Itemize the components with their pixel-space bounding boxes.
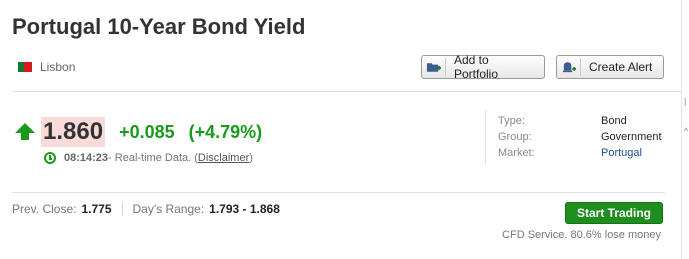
folder-plus-icon (426, 58, 446, 76)
arrow-up-icon (15, 123, 35, 140)
closing-paren: ) (249, 152, 253, 164)
create-alert-label: Create Alert (589, 60, 653, 74)
create-alert-button[interactable]: Create Alert (556, 55, 664, 79)
price-change-percent: (+4.79%) (188, 121, 263, 142)
panel-edge-mark: ^ (684, 126, 689, 136)
detail-row-type: Type: Bond (498, 113, 662, 129)
realtime-status: 08:14:23 - Real-time Data. ( Disclaimer … (44, 152, 253, 164)
price-change: +0.085 (119, 121, 175, 142)
start-trading-button[interactable]: Start Trading (565, 202, 663, 224)
quote-time: 08:14:23 (64, 152, 109, 164)
days-range-label: Day's Range: (132, 202, 205, 216)
clock-icon (44, 152, 56, 164)
detail-row-market: Market: Portugal (498, 145, 662, 161)
location-label: Lisbon (40, 60, 76, 74)
detail-value: Bond (601, 115, 627, 127)
bell-plus-icon (561, 58, 581, 76)
vertical-divider (485, 110, 486, 164)
days-range-value: 1.793 - 1.868 (209, 202, 280, 216)
add-to-portfolio-label: Add to Portfolio (454, 53, 499, 81)
detail-label: Type: (498, 115, 525, 127)
detail-value: Government (601, 131, 662, 143)
panel-edge-mark: | (684, 96, 687, 106)
last-price: 1.860 (41, 117, 106, 147)
stats-divider (121, 202, 123, 216)
stats-bar: Prev. Close: 1.775 Day's Range: 1.793 - … (12, 202, 280, 216)
realtime-note: - Real-time Data. ( (108, 152, 198, 164)
divider (12, 192, 665, 193)
cfd-risk-note: CFD Service. 80.6% lose money (502, 229, 661, 241)
prev-close-label: Prev. Close: (12, 202, 77, 216)
portugal-flag-icon (18, 62, 32, 72)
market-link[interactable]: Portugal (601, 147, 642, 159)
instrument-details: Type: Bond Group: Government Market: Por… (498, 113, 662, 161)
location: Lisbon (18, 60, 75, 74)
detail-row-group: Group: Government (498, 129, 662, 145)
divider (12, 91, 689, 92)
prev-close-value: 1.775 (81, 202, 112, 216)
add-to-portfolio-button[interactable]: Add to Portfolio (421, 53, 545, 81)
detail-label: Group: (498, 131, 532, 143)
quote-summary: 1.860 +0.085 (+4.79%) (15, 117, 262, 147)
disclaimer-link[interactable]: Disclaimer (198, 152, 249, 164)
page-title: Portugal 10-Year Bond Yield (12, 14, 306, 39)
detail-label: Market: (498, 147, 535, 159)
